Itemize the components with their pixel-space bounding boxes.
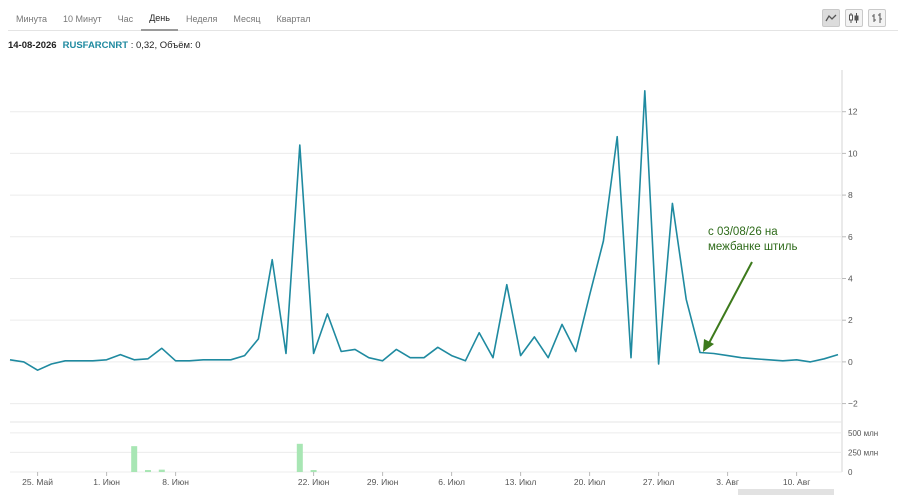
annotation-arrowhead <box>703 339 714 352</box>
price-tick-label: 6 <box>848 232 853 242</box>
x-tick-label: 3. Авг <box>716 477 739 487</box>
x-tick-label: 29. Июн <box>367 477 399 487</box>
annotation-line-1: с 03/08/26 на <box>708 226 778 238</box>
range-scroll-thumb <box>738 489 834 495</box>
volume-bar <box>158 469 165 472</box>
x-tick-label: 6. Июл <box>438 477 465 487</box>
volume-tick-label: 500 млн <box>848 429 878 438</box>
price-tick-label: 4 <box>848 273 853 283</box>
x-tick-label: 27. Июл <box>643 477 674 487</box>
x-tick-label: 13. Июл <box>505 477 536 487</box>
volume-tick-label: 0 <box>848 468 853 477</box>
volume-tick-label: 250 млн <box>848 448 878 457</box>
x-tick-label: 20. Июл <box>574 477 605 487</box>
x-tick-label: 22. Июн <box>298 477 330 487</box>
x-tick-label: 8. Июн <box>162 477 189 487</box>
volume-bar <box>145 470 151 472</box>
price-tick-label: 10 <box>848 148 858 158</box>
price-tick-label: 12 <box>848 107 858 117</box>
price-tick-label: 2 <box>848 315 853 325</box>
volume-bar <box>131 446 138 472</box>
price-tick-label: 8 <box>848 190 853 200</box>
volume-bar <box>310 470 317 472</box>
x-tick-label: 10. Авг <box>783 477 810 487</box>
price-tick-label: 0 <box>848 357 853 367</box>
annotation-arrow <box>707 261 753 346</box>
x-tick-label: 25. Май <box>22 477 53 487</box>
volume-bar <box>296 443 303 472</box>
price-tick-label: −2 <box>848 399 858 409</box>
chart-annotation: с 03/08/26 на межбанке штиль <box>708 225 818 255</box>
annotation-line-2: межбанке штиль <box>708 241 798 253</box>
x-tick-label: 1. Июн <box>93 477 120 487</box>
